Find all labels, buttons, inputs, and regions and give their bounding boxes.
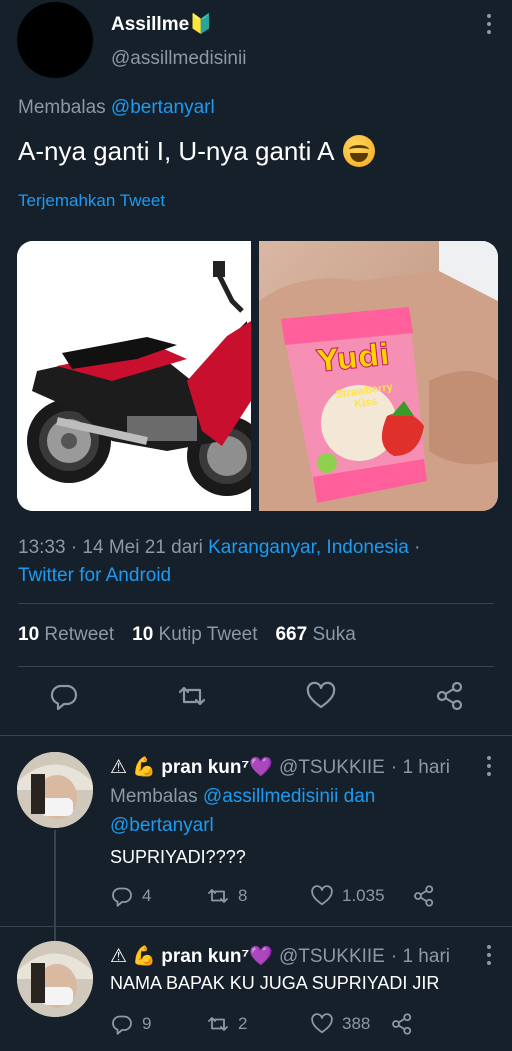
reply-icon[interactable] [48,680,80,712]
reply-retweet-action[interactable]: 8 [206,884,310,908]
tweet-time-date: 13:33 · 14 Mei 21 dari [18,537,209,558]
divider [0,735,512,736]
meta-separator: · [408,537,421,558]
reply-icon [112,887,132,907]
like-icon [311,1013,333,1034]
tweet-location-link[interactable]: Karanganyar, Indonesia [208,537,409,558]
reply-text: NAMA BAPAK KU JUGA SUPRIYADI JIR [110,973,440,993]
reply-retweet-action[interactable]: 2 [206,1012,310,1036]
reply-action-bar: 9 2 388 [110,1012,414,1036]
retweet-count: 8 [238,886,248,905]
tweet-metadata: 13:33 · 14 Mei 21 dari Karanganyar, Indo… [18,534,488,590]
reply-like-action[interactable]: 1.035 [310,884,412,908]
reply-avatar[interactable] [17,752,93,828]
replying-prefix: Membalas [110,786,203,807]
likes-label: Suka [312,624,356,645]
reply-avatar-image [17,941,93,1017]
more-options-icon[interactable] [486,756,492,776]
replying-to-link[interactable]: @bertanyarl [111,97,215,118]
reply-text: SUPRIYADI???? [110,847,246,867]
tweet-client-link[interactable]: Twitter for Android [18,565,171,586]
share-icon[interactable] [390,1012,414,1036]
more-options-icon[interactable] [486,14,492,34]
replying-and: dan [338,786,376,807]
reply-time: · 1 hari [390,946,450,967]
candy-illustration [259,241,498,511]
reply-author-handle[interactable]: @TSUKKIIE [279,946,385,968]
like-icon [311,885,333,906]
replying-to-line: Membalas @bertanyarl [18,97,215,119]
tweet-action-bar [0,680,512,720]
reply-icon [112,1015,132,1035]
divider [18,666,494,667]
reply-time: · 1 hari [390,757,450,778]
author-name[interactable]: Assillme🔰 [111,12,213,36]
reply-avatar[interactable] [17,941,93,1017]
tweet-media: Yudi Strawberry Kiss [17,241,498,511]
retweets-count: 10 [18,624,40,645]
replying-to-link[interactable]: @assillmedisinii [203,786,338,807]
retweets-label: Retweet [44,624,115,645]
motorcycle-photo[interactable] [17,241,251,511]
candy-photo[interactable]: Yudi Strawberry Kiss [259,241,498,511]
retweets-stat[interactable]: 10 Retweet [18,624,114,646]
author-handle[interactable]: @assillmedisinii [111,48,246,70]
quotes-label: Kutip Tweet [158,624,258,645]
replying-prefix: Membalas [18,97,111,118]
retweet-icon [208,889,228,903]
quotes-count: 10 [132,624,154,645]
reply-reply-action[interactable]: 9 [110,1012,206,1036]
reply-reply-action[interactable]: 4 [110,884,206,908]
like-icon[interactable] [305,680,337,712]
reply-header: ⚠ 💪 pran kun⁷💜 @TSUKKIIE · 1 hari [110,755,450,779]
reply-like-action[interactable]: 388 [310,1012,390,1036]
reply-count: 9 [142,1014,152,1033]
likes-stat[interactable]: 667 Suka [275,624,355,646]
reply-replying-to: Membalas @assillmedisinii dan @bertanyar… [110,782,375,840]
retweet-count: 2 [238,1014,248,1033]
tweet-stats: 10 Retweet 10 Kutip Tweet 667 Suka [18,624,356,646]
tweet-text-content: A-nya ganti I, U-nya ganti A [18,135,335,166]
reply-author-handle[interactable]: @TSUKKIIE [279,757,385,779]
quotes-stat[interactable]: 10 Kutip Tweet [132,624,257,646]
translate-tweet-link[interactable]: Terjemahkan Tweet [18,191,165,211]
motorcycle-illustration [17,241,251,511]
reply-avatar-image [17,752,93,828]
reply-header: ⚠ 💪 pran kun⁷💜 @TSUKKIIE · 1 hari [110,944,450,968]
replying-to-link[interactable]: @bertanyarl [110,815,214,836]
reply-author-name[interactable]: ⚠ 💪 pran kun⁷💜 [110,755,273,779]
retweet-icon [208,1017,228,1031]
likes-count: 667 [275,624,308,645]
divider [18,603,494,604]
share-icon[interactable] [434,680,466,712]
retweet-icon[interactable] [176,680,208,712]
share-icon[interactable] [412,884,436,908]
like-count: 388 [342,1014,371,1033]
reply-author-name[interactable]: ⚠ 💪 pran kun⁷💜 [110,944,273,968]
reply-count: 4 [142,886,152,905]
reply-action-bar: 4 8 1.035 [110,884,436,908]
divider [0,926,512,927]
author-avatar[interactable] [17,2,93,78]
like-count: 1.035 [342,886,385,905]
grinning-squinting-face-icon [342,135,375,167]
more-options-icon[interactable] [486,945,492,965]
tweet-text: A-nya ganti I, U-nya ganti A [18,135,375,167]
